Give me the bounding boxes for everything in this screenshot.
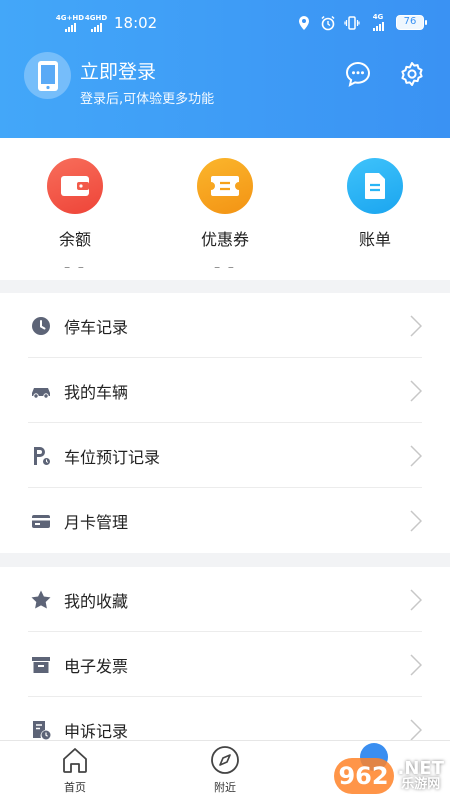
watermark: 962 .NET 乐游网 — [333, 758, 444, 794]
chevron-right-icon — [410, 510, 422, 532]
avatar[interactable] — [24, 52, 71, 99]
menu-item-favorites[interactable]: 我的收藏 — [0, 567, 450, 632]
alarm-icon — [321, 15, 335, 30]
watermark-badge: 962 — [333, 758, 394, 794]
star-icon — [31, 590, 51, 609]
chat-icon[interactable] — [344, 60, 372, 88]
status-bar: 4G+HD 4GHD 18:02 4G 76 — [0, 0, 450, 48]
coupon-item[interactable]: 优惠券 – – — [170, 158, 280, 274]
vibrate-icon — [344, 15, 360, 30]
chevron-right-icon — [410, 589, 422, 611]
chevron-right-icon — [410, 719, 422, 740]
bill-item[interactable]: 账单 — [320, 158, 430, 260]
chevron-right-icon — [410, 654, 422, 676]
coupon-icon — [197, 158, 253, 214]
menu-item-parking-record[interactable]: 停车记录 — [0, 293, 450, 358]
card-icon — [32, 515, 50, 528]
watermark-text: .NET 乐游网 — [397, 758, 444, 792]
header: 4G+HD 4GHD 18:02 4G 76 立即登录 登录后,可体验更多功能 — [0, 0, 450, 138]
login-title[interactable]: 立即登录 — [80, 57, 156, 84]
menu-item-my-vehicles[interactable]: 我的车辆 — [0, 358, 450, 423]
chevron-right-icon — [410, 380, 422, 402]
login-subtitle: 登录后,可体验更多功能 — [80, 92, 215, 107]
menu-item-monthly-card[interactable]: 月卡管理 — [0, 488, 450, 553]
battery-indicator: 76 — [396, 15, 427, 30]
tab-home[interactable]: 首页 — [40, 745, 110, 795]
home-icon — [63, 748, 87, 773]
appeal-icon — [33, 721, 51, 740]
tab-nearby[interactable]: 附近 — [190, 745, 260, 795]
status-time: 18:02 — [114, 14, 158, 32]
menu-group-1: 停车记录 我的车辆 车位预订记录 月卡管理 — [0, 293, 450, 553]
invoice-icon — [32, 657, 50, 673]
wallet-icon — [47, 158, 103, 214]
quick-actions: 余额 – – 优惠券 – – 账单 — [0, 138, 450, 280]
chevron-right-icon — [410, 315, 422, 337]
location-icon — [299, 15, 309, 30]
menu-item-space-booking[interactable]: 车位预订记录 — [0, 423, 450, 488]
menu-item-appeal-record[interactable]: 申诉记录 — [0, 697, 450, 740]
compass-icon — [211, 746, 239, 774]
menu-item-e-invoice[interactable]: 电子发票 — [0, 632, 450, 697]
signal-sim1: 4G+HD — [56, 14, 84, 32]
parking-icon — [34, 447, 51, 466]
signal-net: 4G — [368, 14, 388, 31]
bill-icon — [347, 158, 403, 214]
chevron-right-icon — [410, 445, 422, 467]
car-icon — [32, 388, 50, 399]
signal-sim2: 4GHD — [85, 14, 107, 32]
gear-icon[interactable] — [398, 60, 426, 88]
balance-item[interactable]: 余额 – – — [20, 158, 130, 274]
menu-group-2: 我的收藏 电子发票 申诉记录 — [0, 567, 450, 740]
phone-icon — [37, 60, 58, 91]
clock-icon — [32, 317, 50, 335]
